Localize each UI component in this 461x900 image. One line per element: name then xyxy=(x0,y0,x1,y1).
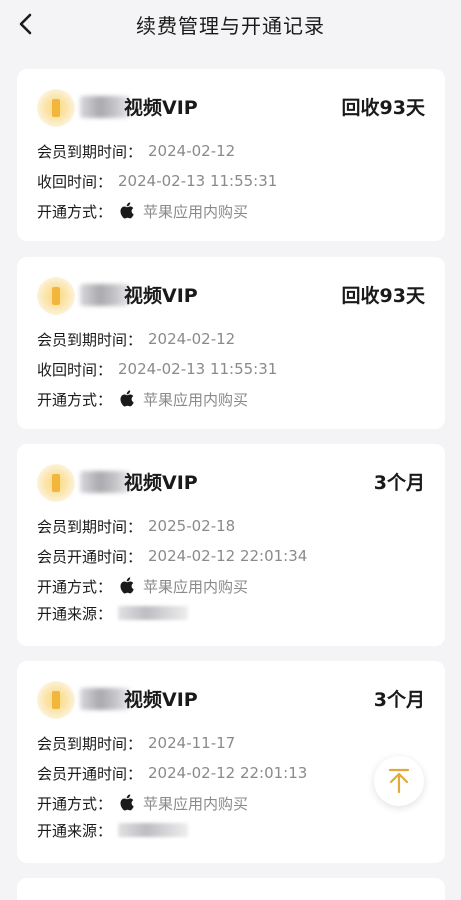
record-card[interactable]: 视频VIP 回收93天 会员到期时间： 2024-02-12 收回时间： 202… xyxy=(17,69,445,241)
vip-name: 视频VIP xyxy=(124,285,198,307)
vip-name: 视频VIP xyxy=(124,472,198,494)
method-row: 开通方式： 苹果应用内购买 xyxy=(37,388,248,410)
row-value: 苹果应用内购买 xyxy=(143,202,249,221)
row-label: 开通方式： xyxy=(37,577,113,596)
record-card[interactable] xyxy=(17,878,445,900)
card-header: 视频VIP 3个月 xyxy=(17,444,445,518)
row-value: 2024-02-12 22:01:13 xyxy=(148,764,308,782)
row-value: 2024-02-12 22:01:34 xyxy=(148,547,308,565)
expire-row: 会员到期时间： 2024-11-17 xyxy=(37,732,235,754)
status-badge: 回收93天 xyxy=(341,285,425,307)
source-row: 开通来源： xyxy=(37,819,189,841)
row-label: 收回时间： xyxy=(37,360,113,379)
open-time-row: 会员开通时间： 2024-02-12 22:01:13 xyxy=(37,762,307,784)
back-to-top-icon xyxy=(388,768,410,794)
status-badge: 3个月 xyxy=(373,689,425,711)
open-time-row: 会员开通时间： 2024-02-12 22:01:34 xyxy=(37,545,307,567)
chevron-left-icon xyxy=(19,13,32,35)
row-value: 2024-02-12 xyxy=(148,142,236,160)
row-value: 2024-02-13 11:55:31 xyxy=(118,360,278,378)
record-card[interactable]: 视频VIP 3个月 会员到期时间： 2025-02-18 会员开通时间： 202… xyxy=(17,444,445,646)
vip-name: 视频VIP xyxy=(124,97,198,119)
row-value: 苹果应用内购买 xyxy=(143,794,249,813)
row-value: 苹果应用内购买 xyxy=(143,390,249,409)
nav-bar: 续费管理与开通记录 xyxy=(0,0,461,48)
card-header: 视频VIP 回收93天 xyxy=(17,69,445,143)
masked-app-name xyxy=(80,688,130,710)
masked-app-name xyxy=(80,284,130,306)
row-label: 会员到期时间： xyxy=(37,734,143,753)
row-label: 收回时间： xyxy=(37,172,113,191)
masked-source xyxy=(118,606,189,620)
status-badge: 回收93天 xyxy=(341,97,425,119)
record-card[interactable]: 视频VIP 回收93天 会员到期时间： 2024-02-12 收回时间： 202… xyxy=(17,257,445,429)
apple-icon xyxy=(118,577,135,595)
row-label: 会员到期时间： xyxy=(37,142,143,161)
reclaim-row: 收回时间： 2024-02-13 11:55:31 xyxy=(37,358,277,380)
masked-app-name xyxy=(80,96,130,118)
expire-row: 会员到期时间： 2024-02-12 xyxy=(37,328,235,350)
vip-name: 视频VIP xyxy=(124,689,198,711)
row-label: 会员开通时间： xyxy=(37,547,143,566)
card-header: 视频VIP 回收93天 xyxy=(17,257,445,331)
row-value: 2025-02-18 xyxy=(148,517,236,535)
apple-icon xyxy=(118,390,135,408)
reclaim-row: 收回时间： 2024-02-13 11:55:31 xyxy=(37,170,277,192)
expire-row: 会员到期时间： 2024-02-12 xyxy=(37,140,235,162)
row-label: 会员到期时间： xyxy=(37,517,143,536)
vip-crown-icon xyxy=(37,89,75,127)
card-header: 视频VIP 3个月 xyxy=(17,661,445,735)
row-label: 会员到期时间： xyxy=(37,330,143,349)
back-to-top-button[interactable] xyxy=(374,756,424,806)
row-value: 2024-02-13 11:55:31 xyxy=(118,172,278,190)
method-row: 开通方式： 苹果应用内购买 xyxy=(37,575,248,597)
row-value: 2024-02-12 xyxy=(148,330,236,348)
status-badge: 3个月 xyxy=(373,472,425,494)
page-title: 续费管理与开通记录 xyxy=(136,13,325,38)
row-label: 开通方式： xyxy=(37,390,113,409)
masked-app-name xyxy=(80,471,130,493)
apple-icon xyxy=(118,794,135,812)
row-value: 2024-11-17 xyxy=(148,734,236,752)
method-row: 开通方式： 苹果应用内购买 xyxy=(37,792,248,814)
method-row: 开通方式： 苹果应用内购买 xyxy=(37,200,248,222)
vip-crown-icon xyxy=(37,464,75,502)
row-value: 苹果应用内购买 xyxy=(143,577,249,596)
row-label: 开通来源： xyxy=(37,604,113,623)
apple-icon xyxy=(118,202,135,220)
vip-crown-icon xyxy=(37,277,75,315)
row-label: 开通方式： xyxy=(37,794,113,813)
masked-source xyxy=(118,823,189,837)
back-button[interactable] xyxy=(8,6,44,42)
vip-crown-icon xyxy=(37,681,75,719)
row-label: 会员开通时间： xyxy=(37,764,143,783)
source-row: 开通来源： xyxy=(37,602,189,624)
expire-row: 会员到期时间： 2025-02-18 xyxy=(37,515,235,537)
row-label: 开通方式： xyxy=(37,202,113,221)
row-label: 开通来源： xyxy=(37,821,113,840)
